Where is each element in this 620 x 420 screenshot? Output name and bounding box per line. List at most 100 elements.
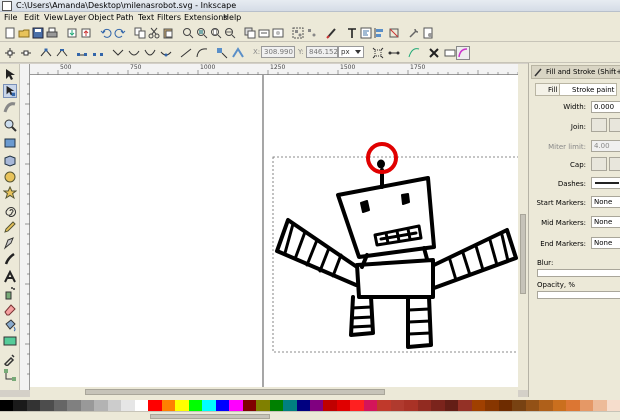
mask-edit-icon[interactable] bbox=[444, 47, 456, 59]
palette-swatch[interactable] bbox=[161, 400, 176, 411]
menu-help[interactable]: Help bbox=[223, 13, 241, 22]
palette-swatch[interactable] bbox=[0, 400, 14, 411]
next-path-effect-icon[interactable] bbox=[408, 47, 420, 59]
copy-icon[interactable] bbox=[134, 27, 146, 39]
symmetric-node-icon[interactable] bbox=[144, 47, 156, 59]
zoom-tool-icon[interactable] bbox=[3, 118, 17, 132]
palette-swatch[interactable] bbox=[485, 400, 499, 411]
palette-swatch[interactable] bbox=[188, 400, 203, 411]
palette-swatch[interactable] bbox=[256, 400, 270, 411]
calligraphy-tool-icon[interactable] bbox=[3, 252, 17, 266]
preferences-icon[interactable] bbox=[408, 27, 420, 39]
eraser-tool-icon[interactable] bbox=[3, 302, 17, 316]
text-font-icon[interactable] bbox=[346, 27, 358, 39]
segment-to-curve-icon[interactable] bbox=[196, 47, 208, 59]
palette-swatch[interactable] bbox=[53, 400, 68, 411]
menu-object[interactable]: Object bbox=[88, 13, 114, 22]
palette-swatch[interactable] bbox=[13, 400, 27, 411]
palette-swatch[interactable] bbox=[269, 400, 284, 411]
palette-swatch[interactable] bbox=[121, 400, 135, 411]
palette-swatch[interactable] bbox=[498, 400, 513, 411]
palette-scrollbar[interactable] bbox=[0, 411, 620, 420]
menu-extensions[interactable]: Extensions bbox=[184, 13, 227, 22]
zoom-selection-icon[interactable] bbox=[182, 27, 194, 39]
pen-tool-icon[interactable] bbox=[3, 236, 17, 250]
dashes-select[interactable] bbox=[591, 177, 620, 189]
spray-tool-icon[interactable] bbox=[3, 286, 17, 300]
palette-swatch[interactable] bbox=[525, 400, 540, 411]
text-tool-icon[interactable] bbox=[3, 270, 17, 284]
palette-swatch[interactable] bbox=[67, 400, 81, 411]
palette-swatch[interactable] bbox=[350, 400, 364, 411]
opacity-slider[interactable] bbox=[537, 291, 620, 299]
palette-swatch[interactable] bbox=[134, 400, 149, 411]
paint-bucket-tool-icon[interactable] bbox=[3, 318, 17, 332]
palette-swatch[interactable] bbox=[148, 400, 162, 411]
join-segment-icon[interactable] bbox=[76, 47, 88, 59]
break-path-icon[interactable] bbox=[56, 47, 68, 59]
palette-swatch[interactable] bbox=[417, 400, 432, 411]
palette-swatch[interactable] bbox=[80, 400, 95, 411]
ellipse-tool-icon[interactable] bbox=[3, 170, 17, 184]
drawing-canvas[interactable] bbox=[30, 75, 524, 387]
delete-segment-icon[interactable] bbox=[92, 47, 104, 59]
path-outline-icon[interactable] bbox=[456, 46, 470, 60]
mid-markers-select[interactable]: None bbox=[591, 216, 620, 228]
ungroup-icon[interactable] bbox=[306, 27, 318, 39]
palette-swatch[interactable] bbox=[458, 400, 472, 411]
paste-icon[interactable] bbox=[162, 27, 174, 39]
unlink-clone-icon[interactable] bbox=[272, 27, 284, 39]
round-cap-button[interactable] bbox=[609, 157, 620, 171]
palette-swatch[interactable] bbox=[40, 400, 54, 411]
segment-to-line-icon[interactable] bbox=[180, 47, 192, 59]
export-icon[interactable] bbox=[80, 27, 92, 39]
tab-stroke-paint[interactable]: Stroke paint bbox=[559, 83, 618, 96]
clip-path-edit-icon[interactable] bbox=[428, 47, 440, 59]
star-tool-icon[interactable] bbox=[3, 186, 17, 200]
transform-icon[interactable] bbox=[388, 27, 400, 39]
3d-box-tool-icon[interactable] bbox=[3, 154, 17, 168]
smooth-node-icon[interactable] bbox=[128, 47, 140, 59]
menu-file[interactable]: File bbox=[4, 13, 17, 22]
zoom-width-icon[interactable] bbox=[224, 27, 236, 39]
horizontal-scroll-thumb[interactable] bbox=[85, 389, 385, 395]
palette-swatch[interactable] bbox=[512, 400, 526, 411]
palette-swatch[interactable] bbox=[323, 400, 337, 411]
stroke-to-path-icon[interactable] bbox=[232, 47, 244, 59]
object-to-path-icon[interactable] bbox=[216, 47, 228, 59]
show-handles-icon[interactable] bbox=[388, 47, 400, 59]
cusp-node-icon[interactable] bbox=[112, 47, 124, 59]
vertical-scroll-thumb[interactable] bbox=[520, 214, 526, 294]
miter-join-button[interactable] bbox=[591, 118, 607, 132]
end-markers-select[interactable]: None bbox=[591, 237, 620, 249]
join-nodes-icon[interactable] bbox=[40, 47, 52, 59]
group-icon[interactable] bbox=[292, 27, 304, 39]
y-coordinate-field[interactable]: 846.152 bbox=[306, 46, 338, 58]
round-join-button[interactable] bbox=[609, 118, 620, 132]
palette-swatch[interactable] bbox=[26, 400, 41, 411]
blur-slider[interactable] bbox=[537, 269, 620, 277]
node-tool-icon[interactable] bbox=[3, 84, 17, 98]
palette-swatch[interactable] bbox=[283, 400, 297, 411]
menu-layer[interactable]: Layer bbox=[64, 13, 86, 22]
tab-fill[interactable]: Fill bbox=[535, 83, 561, 96]
palette-swatch[interactable] bbox=[202, 400, 216, 411]
palette-swatch[interactable] bbox=[107, 400, 122, 411]
palette-swatch[interactable] bbox=[539, 400, 553, 411]
auto-smooth-node-icon[interactable] bbox=[160, 47, 172, 59]
rectangle-tool-icon[interactable] bbox=[3, 136, 17, 150]
palette-swatch[interactable] bbox=[94, 400, 108, 411]
robot-drawing[interactable] bbox=[275, 159, 518, 349]
menu-filters[interactable]: Filters bbox=[157, 13, 181, 22]
palette-swatch[interactable] bbox=[363, 400, 378, 411]
chevron-down-icon[interactable] bbox=[354, 48, 362, 56]
selector-tool-icon[interactable] bbox=[3, 68, 17, 82]
connector-tool-icon[interactable] bbox=[3, 368, 17, 382]
fill-stroke-icon[interactable] bbox=[326, 27, 338, 39]
start-markers-select[interactable]: None bbox=[591, 196, 620, 208]
palette-swatch[interactable] bbox=[606, 400, 620, 411]
insert-node-icon[interactable] bbox=[4, 47, 16, 59]
palette-swatch[interactable] bbox=[404, 400, 418, 411]
vertical-scrollbar[interactable] bbox=[518, 64, 528, 390]
palette-swatch[interactable] bbox=[552, 400, 567, 411]
